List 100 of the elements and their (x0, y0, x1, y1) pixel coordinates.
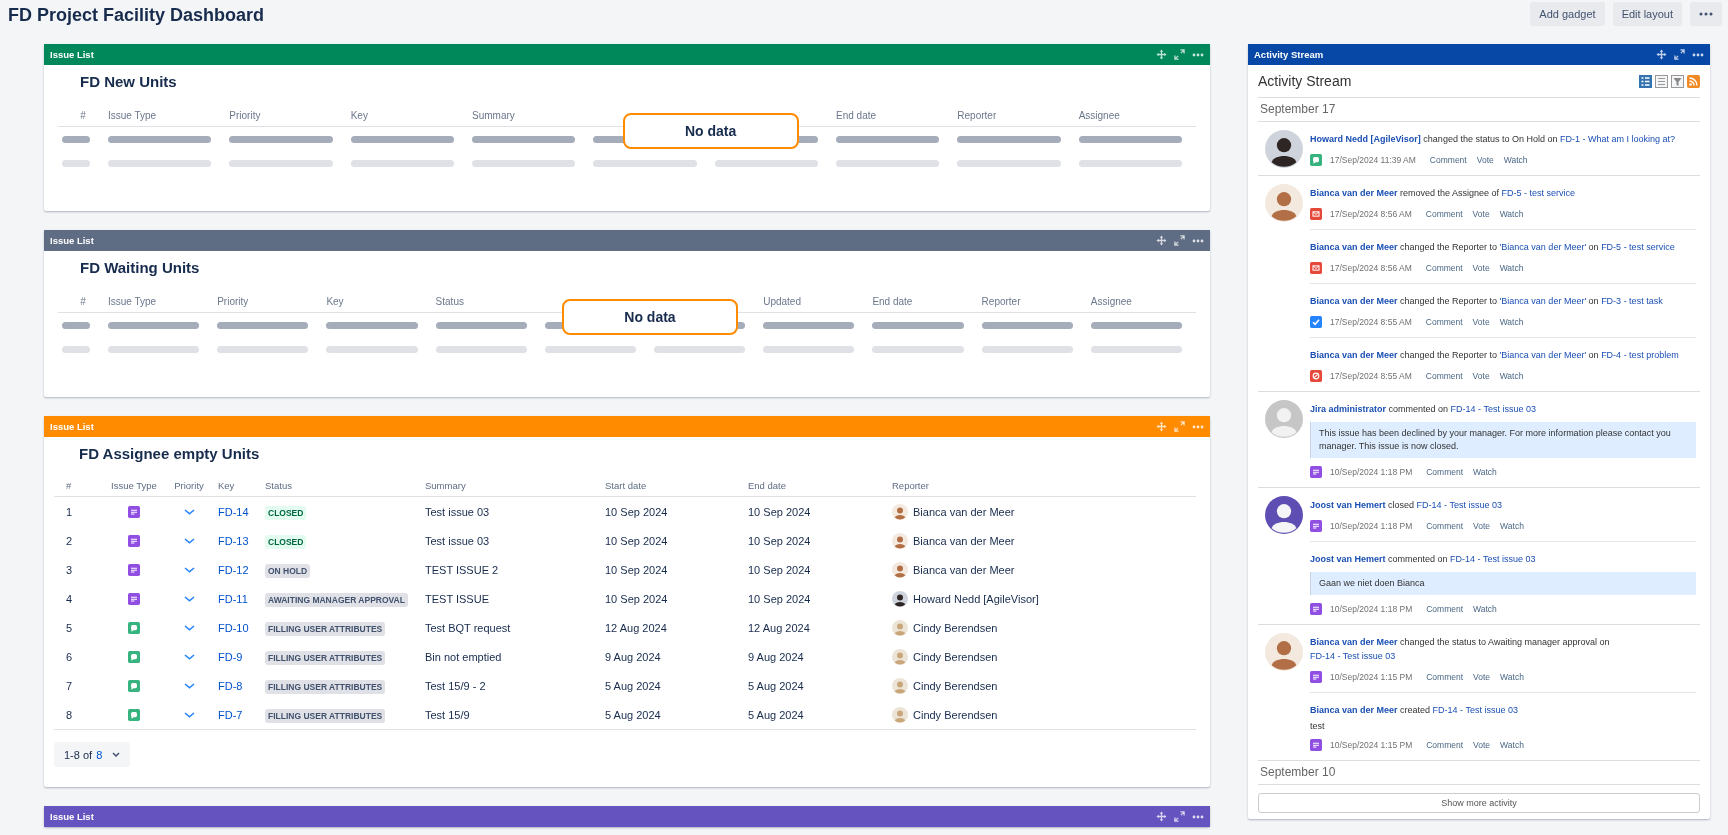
rss-icon[interactable] (1687, 74, 1700, 88)
row-number: 4 (65, 592, 74, 605)
status-lozenge: FILLING USER ATTRIBUTES (265, 650, 386, 665)
action-link[interactable]: Vote (1472, 371, 1490, 381)
activity-text: Joost van Hemert closed FD-14 - Test issue 03 (1310, 499, 1503, 512)
row-number: 5 (65, 621, 74, 634)
action-link[interactable]: Vote (1472, 263, 1490, 273)
expand-icon[interactable] (1174, 235, 1185, 246)
activity-text: Bianca van der Meer removed the Assignee of FD-5 - test service (1310, 187, 1577, 200)
more-icon[interactable] (1192, 52, 1204, 57)
issue-link[interactable]: FD-14 - Test issue 03 (1310, 651, 1396, 661)
column-header: Priority (173, 479, 205, 491)
summary-cell-text: Test issue 03 (424, 534, 491, 547)
action-link[interactable]: Watch (1473, 604, 1497, 614)
action-link[interactable]: Watch (1500, 672, 1524, 682)
issue-link[interactable]: 'Bianca van der Meer' (1499, 350, 1587, 360)
action-link[interactable]: Comment (1429, 155, 1467, 165)
issue-key-link[interactable]: FD-11 (218, 592, 248, 605)
activity-text: Jira administrator commented on FD-14 - Test issue 03 (1310, 403, 1537, 416)
user-link[interactable]: Joost van Hemert (1310, 554, 1386, 564)
issue-key-link[interactable]: FD-10 (218, 621, 249, 634)
action-link[interactable]: Comment (1426, 740, 1464, 750)
move-icon[interactable] (1156, 811, 1167, 822)
expand-icon[interactable] (1174, 49, 1185, 60)
issue-key-link[interactable]: FD-7 (218, 708, 243, 721)
filter-icon[interactable] (1671, 74, 1684, 88)
more-icon[interactable] (1692, 52, 1704, 57)
issue-link[interactable]: FD-1 - What am I looking at? (1559, 134, 1675, 144)
action-link[interactable]: Vote (1473, 521, 1491, 531)
gadget-title: Issue List (50, 811, 94, 822)
issue-link[interactable]: FD-14 - Test issue 03 (1450, 554, 1536, 564)
user-link[interactable]: Bianca van der Meer (1310, 188, 1398, 198)
chevron-down-icon (183, 653, 195, 660)
gadget-title: Issue List (50, 49, 94, 60)
action-link[interactable]: Vote (1473, 740, 1491, 750)
move-icon[interactable] (1156, 49, 1167, 60)
issue-key-link[interactable]: FD-14 (218, 505, 249, 518)
issue-link[interactable]: FD-5 - test service (1601, 242, 1675, 252)
toolbar-button[interactable]: Add gadget (1530, 2, 1605, 26)
user-link[interactable]: Bianca van der Meer (1310, 705, 1398, 715)
user-link[interactable]: Howard Nedd [AgileVisor] (1310, 134, 1421, 144)
chevron-down-icon (183, 595, 195, 602)
action-link[interactable]: Watch (1499, 209, 1524, 219)
issue-key-link[interactable]: FD-9 (218, 650, 243, 663)
action-link[interactable]: Comment (1425, 317, 1463, 327)
action-link[interactable]: Watch (1499, 263, 1524, 273)
action-link[interactable]: Watch (1473, 467, 1497, 477)
user-link[interactable]: Bianca van der Meer (1310, 242, 1398, 252)
action-link[interactable]: Comment (1426, 672, 1464, 682)
issue-key-link[interactable]: FD-8 (218, 679, 243, 692)
action-link[interactable]: Comment (1426, 467, 1464, 477)
issue-link[interactable]: FD-14 - Test issue 03 (1450, 404, 1536, 414)
action-link[interactable]: Vote (1476, 155, 1494, 165)
action-link[interactable]: Watch (1500, 521, 1524, 531)
more-icon[interactable] (1192, 238, 1204, 243)
issue-link[interactable]: FD-5 - test service (1501, 188, 1576, 198)
column-header: Reporter (957, 109, 997, 121)
action-link[interactable]: Watch (1500, 740, 1524, 750)
expand-icon[interactable] (1174, 811, 1185, 822)
issue-link[interactable]: FD-4 - test problem (1601, 350, 1679, 360)
action-link[interactable]: Vote (1472, 209, 1490, 219)
detail-view-icon[interactable] (1639, 74, 1652, 88)
action-link[interactable]: Watch (1499, 317, 1524, 327)
issue-link[interactable]: FD-3 - test task (1601, 296, 1663, 306)
list-view-icon[interactable] (1655, 74, 1668, 88)
user-link[interactable]: Bianca van der Meer (1310, 296, 1398, 306)
user-link[interactable]: Joost van Hemert (1310, 500, 1386, 510)
issue-key-link[interactable]: FD-12 (218, 563, 249, 576)
expand-icon[interactable] (1674, 49, 1685, 60)
issue-key-link[interactable]: FD-13 (218, 534, 249, 547)
toolbar-button[interactable]: Edit layout (1612, 2, 1682, 26)
user-link[interactable]: Bianca van der Meer (1310, 637, 1398, 647)
more-icon[interactable] (1192, 814, 1204, 819)
action-link[interactable]: Comment (1425, 371, 1463, 381)
avatar (892, 532, 908, 549)
action-link[interactable]: Watch (1499, 371, 1524, 381)
user-link[interactable]: Bianca van der Meer (1310, 350, 1398, 360)
column-header: Updated (763, 295, 801, 307)
activity-title: Activity Stream (1258, 73, 1352, 89)
move-icon[interactable] (1656, 49, 1667, 60)
move-icon[interactable] (1156, 235, 1167, 246)
issue-link[interactable]: FD-14 - Test issue 03 (1432, 705, 1518, 715)
column-header: Summary (424, 479, 467, 491)
action-link[interactable]: Vote (1472, 317, 1490, 327)
action-link[interactable]: Watch (1503, 155, 1528, 165)
timestamp: 10/Sep/2024 1:18 PM (1330, 521, 1413, 531)
avatar (1265, 496, 1303, 534)
page-size-button[interactable]: 1-8 of 8 (54, 742, 131, 767)
action-link[interactable]: Comment (1425, 263, 1463, 273)
action-link[interactable]: Comment (1425, 209, 1463, 219)
show-more-button[interactable]: Show more activity (1258, 793, 1700, 813)
chevron-down-icon (183, 537, 195, 544)
action-link[interactable]: Vote (1473, 672, 1491, 682)
action-link[interactable]: Comment (1426, 604, 1464, 614)
user-link[interactable]: Jira administrator (1310, 404, 1387, 414)
issue-link[interactable]: 'Bianca van der Meer' (1499, 296, 1587, 306)
action-link[interactable]: Comment (1426, 521, 1464, 531)
issue-link[interactable]: 'Bianca van der Meer' (1499, 242, 1587, 252)
issue-link[interactable]: FD-14 - Test issue 03 (1416, 500, 1502, 510)
column-header: Key (350, 109, 368, 121)
